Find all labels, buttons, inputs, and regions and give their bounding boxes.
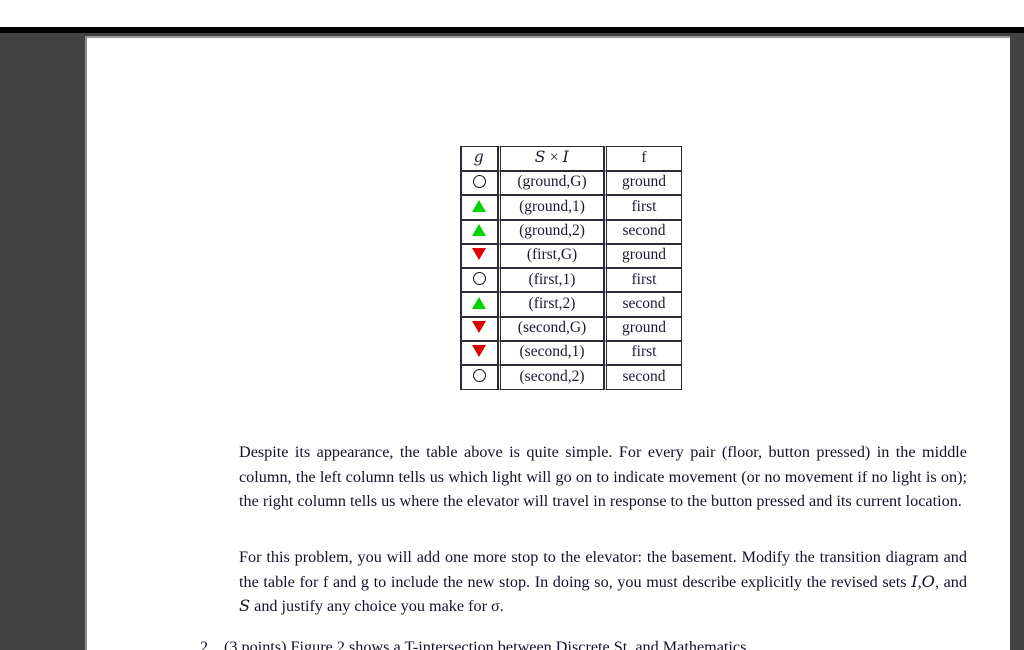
p2-text-part-3: and justify any choice you make for σ. <box>250 597 504 615</box>
cell-g-marker <box>460 268 498 293</box>
pdf-viewer: g S × I f (ground,G) ground (ground,1) first(… <box>0 0 1024 650</box>
header-times-symbol: × <box>549 148 559 166</box>
table-row: (second,2) second <box>460 365 682 390</box>
paragraph-problem-statement: For this problem, you will add one more … <box>239 545 967 618</box>
table-body: (ground,G) ground (ground,1) first (ground,2… <box>460 171 682 390</box>
cell-state-input-pair: (first,G) <box>498 243 604 269</box>
down-arrow-red-icon <box>472 345 486 358</box>
column-header-g: g <box>460 146 498 171</box>
table-header-row: g S × I f <box>460 146 682 171</box>
cell-state-input-pair: (ground,2) <box>498 219 604 244</box>
table-row: (second,1) first <box>460 341 682 366</box>
cell-next-floor: first <box>604 268 682 293</box>
item-text: (3 points) Figure 2 shows a T-intersecti… <box>224 638 747 650</box>
cell-next-floor: second <box>604 292 682 317</box>
table-row: (first,2) second <box>460 292 682 317</box>
paragraph-table-explanation: Despite its appearance, the table above … <box>239 443 967 510</box>
transition-table-wrapper: g S × I f (ground,G) ground (ground,1) first(… <box>460 146 682 390</box>
cell-state-input-pair: (ground,1) <box>498 195 604 220</box>
table-row: (second,G) ground <box>460 316 682 342</box>
header-g-label: g <box>473 147 485 166</box>
cell-next-floor: ground <box>604 171 682 196</box>
cell-g-marker <box>460 171 498 196</box>
table-row: (ground,2) second <box>460 219 682 244</box>
header-set-i: I <box>562 147 570 166</box>
cell-state-input-pair: (second,2) <box>498 365 604 390</box>
cell-state-input-pair: (second,1) <box>498 341 604 366</box>
viewer-top-spacer <box>0 0 1024 27</box>
transition-table: g S × I f (ground,G) ground (ground,1) first(… <box>460 146 682 390</box>
up-arrow-green-icon <box>472 199 486 212</box>
set-symbol-s: S <box>239 596 251 615</box>
table-header: g S × I f <box>460 146 682 171</box>
p2-text-part-1: For this problem, you will add one more … <box>239 548 967 591</box>
no-movement-circle-icon <box>472 369 486 383</box>
cell-next-floor: second <box>604 365 682 390</box>
viewer-left-gutter <box>0 33 85 650</box>
up-arrow-green-icon <box>472 223 486 236</box>
cell-state-input-pair: (first,1) <box>498 268 604 293</box>
no-movement-circle-icon <box>472 272 486 286</box>
cell-g-marker <box>460 219 498 244</box>
no-movement-circle-icon <box>472 174 486 188</box>
cell-next-floor: first <box>604 341 682 366</box>
cell-g-marker <box>460 195 498 220</box>
cell-state-input-pair: (first,2) <box>498 292 604 317</box>
cell-g-marker <box>460 365 498 390</box>
next-problem-item: 2. (3 points) Figure 2 shows a T-intersec… <box>200 635 1000 650</box>
viewer-right-gutter[interactable] <box>1010 33 1024 650</box>
cell-g-marker <box>460 243 498 269</box>
p2-text-part-2: , and <box>934 572 967 591</box>
down-arrow-red-icon <box>472 321 486 334</box>
header-f-label: f <box>641 148 647 166</box>
table-row: (ground,1) first <box>460 195 682 220</box>
down-arrow-red-icon <box>472 248 486 261</box>
header-set-s: S <box>534 147 546 166</box>
column-header-s-cross-i: S × I <box>498 146 604 171</box>
cell-next-floor: ground <box>604 243 682 269</box>
cell-state-input-pair: (ground,G) <box>498 171 604 196</box>
table-row: (ground,G) ground <box>460 171 682 196</box>
item-number: 2. <box>200 638 213 650</box>
cell-g-marker <box>460 316 498 342</box>
table-row: (first,1) first <box>460 268 682 293</box>
column-header-f: f <box>604 146 682 171</box>
cell-next-floor: second <box>604 219 682 244</box>
cell-next-floor: first <box>604 195 682 220</box>
up-arrow-green-icon <box>472 296 486 309</box>
cell-g-marker <box>460 292 498 317</box>
set-symbol-o: O <box>921 571 935 591</box>
cell-state-input-pair: (second,G) <box>498 316 604 342</box>
table-row: (first,G) ground <box>460 243 682 269</box>
cell-g-marker <box>460 341 498 366</box>
cell-next-floor: ground <box>604 316 682 342</box>
document-page: g S × I f (ground,G) ground (ground,1) first(… <box>87 38 1010 650</box>
